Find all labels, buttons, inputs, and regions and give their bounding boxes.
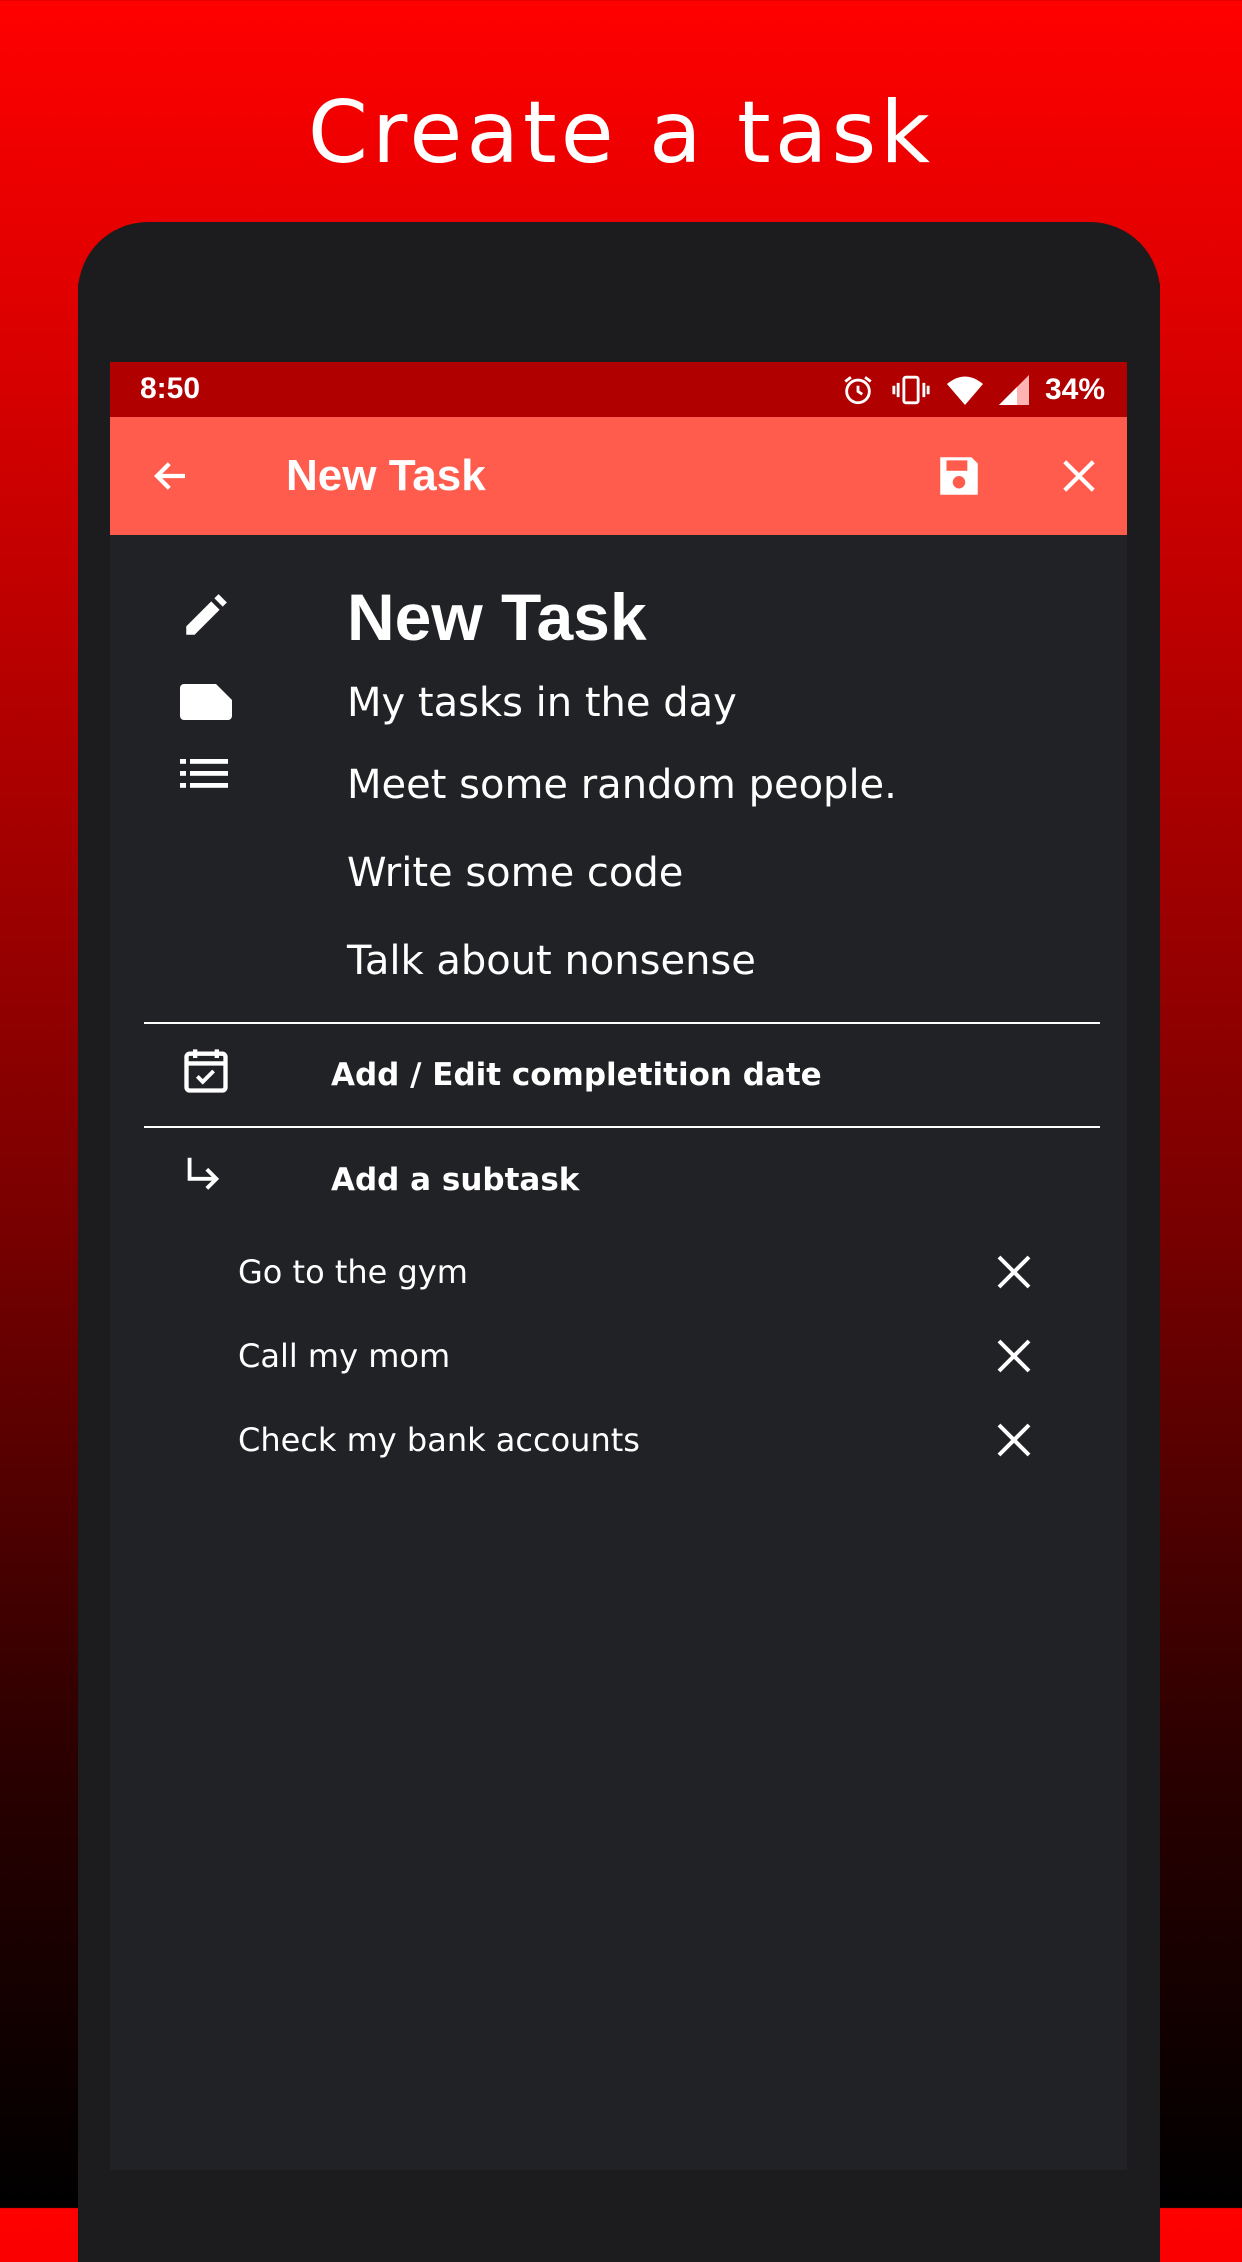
promo-title: Create a task: [307, 83, 935, 183]
close-icon[interactable]: [1060, 457, 1098, 495]
list-icon: [180, 759, 228, 788]
status-time: 8:50: [140, 372, 201, 405]
task-description-text[interactable]: Meet some random people.: [347, 757, 897, 813]
app-bar: New Task: [110, 417, 1127, 535]
app-screen: 8:50 34% New Task New Task My tasks in t…: [110, 362, 1127, 2170]
task-description-line[interactable]: Meet some random people.: [180, 757, 1080, 817]
divider: [144, 1126, 1100, 1128]
add-subtask-label[interactable]: Add a subtask: [331, 1158, 579, 1202]
add-completion-date-label[interactable]: Add / Edit completition date: [331, 1053, 822, 1097]
subtask-item[interactable]: Check my bank accounts: [238, 1410, 1058, 1472]
app-bar-title: New Task: [286, 451, 486, 500]
label-icon: [180, 684, 232, 720]
close-icon[interactable]: [994, 1336, 1034, 1376]
arrow-left-icon[interactable]: [148, 455, 194, 497]
subtask-text[interactable]: Go to the gym: [238, 1250, 468, 1294]
floppy-disk-icon[interactable]: [934, 451, 984, 501]
task-category-row[interactable]: My tasks in the day: [180, 675, 1080, 735]
subtask-text[interactable]: Call my mom: [238, 1334, 450, 1378]
status-bar: 8:50 34%: [110, 362, 1127, 417]
task-description-text[interactable]: Write some code: [347, 845, 683, 901]
phone-top-bezel: [78, 222, 1160, 362]
battery-level: 34%: [1044, 373, 1105, 406]
vibrate-icon: [892, 375, 930, 405]
signal-icon: [998, 375, 1029, 405]
task-category[interactable]: My tasks in the day: [347, 675, 737, 731]
subtask-item[interactable]: Go to the gym: [238, 1242, 1058, 1304]
add-subtask-button[interactable]: Add a subtask: [180, 1150, 1080, 1210]
status-icons: 34%: [841, 370, 1105, 410]
wifi-icon: [946, 376, 983, 405]
add-completion-date-button[interactable]: Add / Edit completition date: [180, 1045, 1080, 1105]
task-description-text[interactable]: Talk about nonsense: [347, 933, 756, 989]
task-title-input[interactable]: New Task: [347, 577, 647, 657]
alarm-icon: [844, 376, 872, 405]
close-icon[interactable]: [994, 1252, 1034, 1292]
task-title-row[interactable]: New Task: [180, 577, 1080, 657]
calendar-check-icon: [184, 1049, 228, 1093]
task-description-line[interactable]: Talk about nonsense: [180, 933, 1080, 993]
divider: [144, 1022, 1100, 1024]
pencil-icon: [186, 594, 227, 635]
subtask-item[interactable]: Call my mom: [238, 1326, 1058, 1388]
close-icon[interactable]: [994, 1420, 1034, 1460]
subdirectory-arrow-icon: [187, 1157, 220, 1190]
task-description-line[interactable]: Write some code: [180, 845, 1080, 905]
subtask-text[interactable]: Check my bank accounts: [238, 1418, 640, 1462]
